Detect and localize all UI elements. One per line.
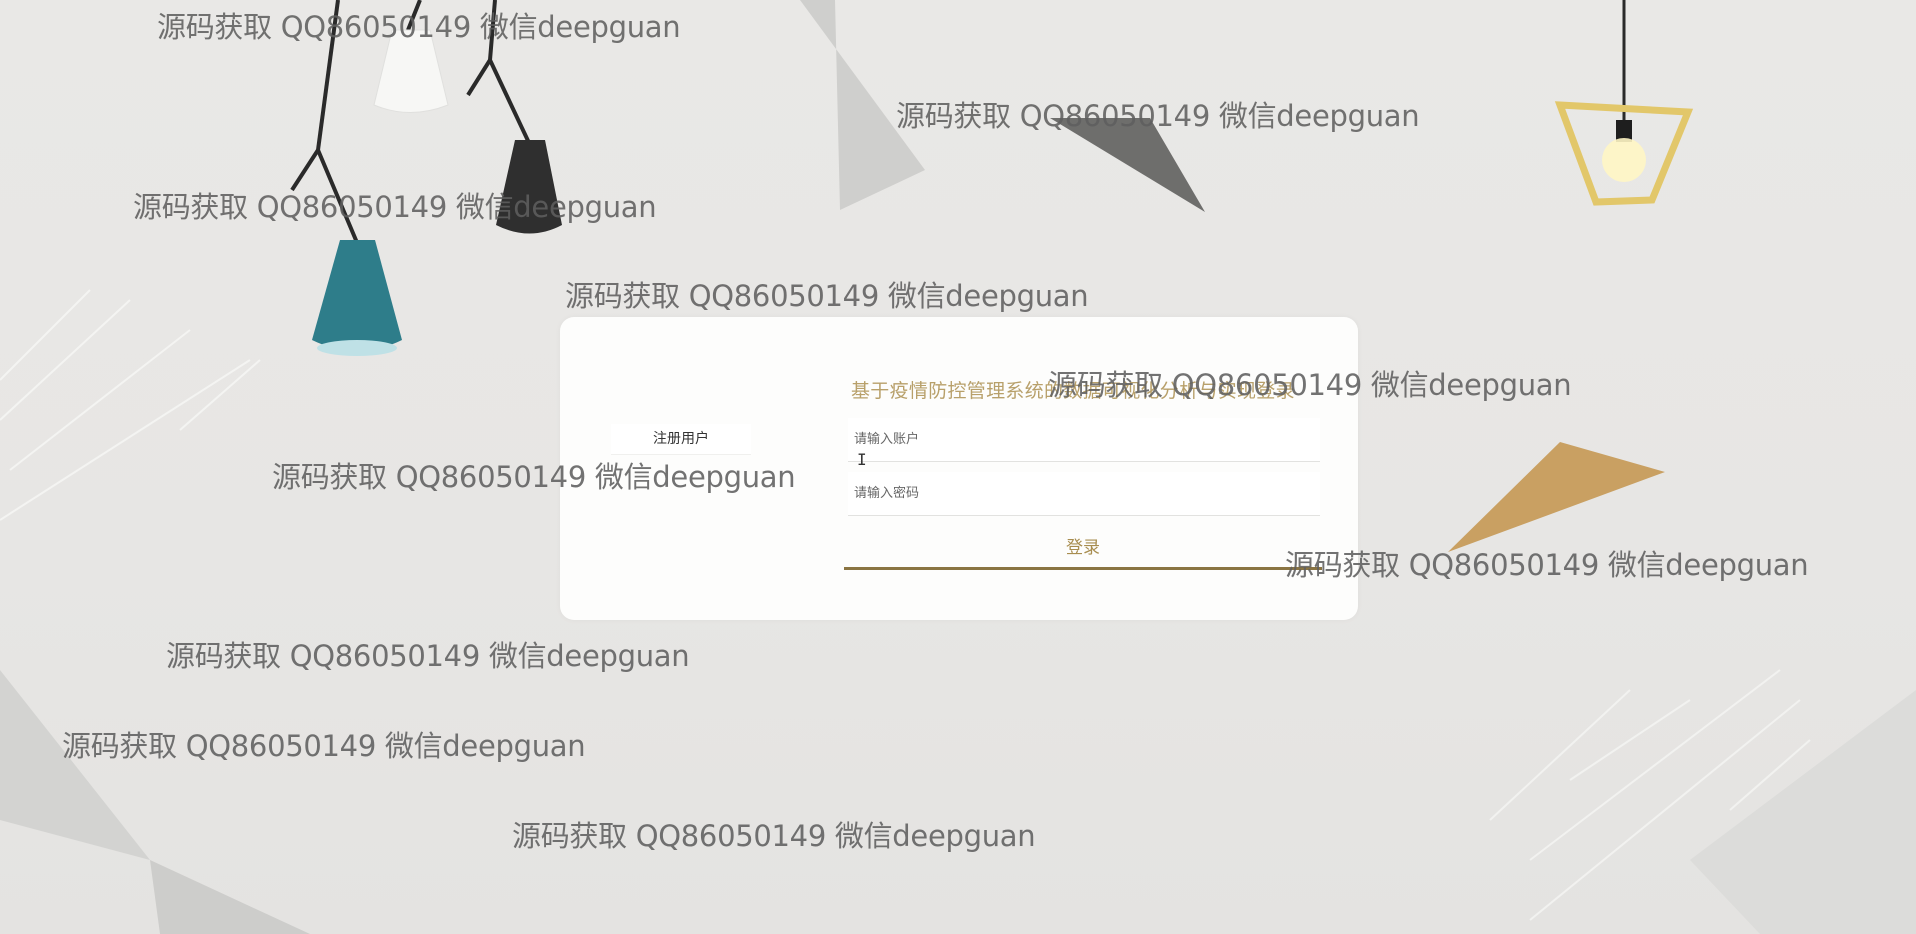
gold-lamp-bulb	[1602, 138, 1646, 182]
decorative-lines-left	[0, 289, 261, 521]
login-title: 基于疫情防控管理系统的数据可视化分析与实现登录	[851, 380, 1295, 402]
password-input[interactable]	[848, 472, 1320, 516]
pendant-lamp-white-icon	[373, 29, 449, 113]
gold-triangle	[1448, 442, 1665, 552]
pendant-lamp-teal-icon	[312, 240, 402, 351]
login-card	[560, 317, 1358, 620]
text-cursor-icon: I	[857, 450, 867, 469]
grey-triangle-top	[800, 0, 925, 210]
account-input[interactable]	[848, 418, 1320, 462]
grey-triangle-bottom-right	[1690, 690, 1916, 934]
pendant-lamp-black-icon	[496, 140, 562, 234]
dark-triangle	[1050, 118, 1205, 212]
login-page: 注册用户 基于疫情防控管理系统的数据可视化分析与实现登录 I 登录 源码获取 Q…	[0, 0, 1916, 934]
teal-lamp-glow	[317, 340, 397, 356]
login-button[interactable]: 登录	[844, 530, 1322, 570]
grey-triangle-bottom-left-2	[150, 860, 310, 934]
grey-triangle-bottom-left	[0, 670, 150, 860]
register-user-link[interactable]: 注册用户	[611, 424, 751, 455]
